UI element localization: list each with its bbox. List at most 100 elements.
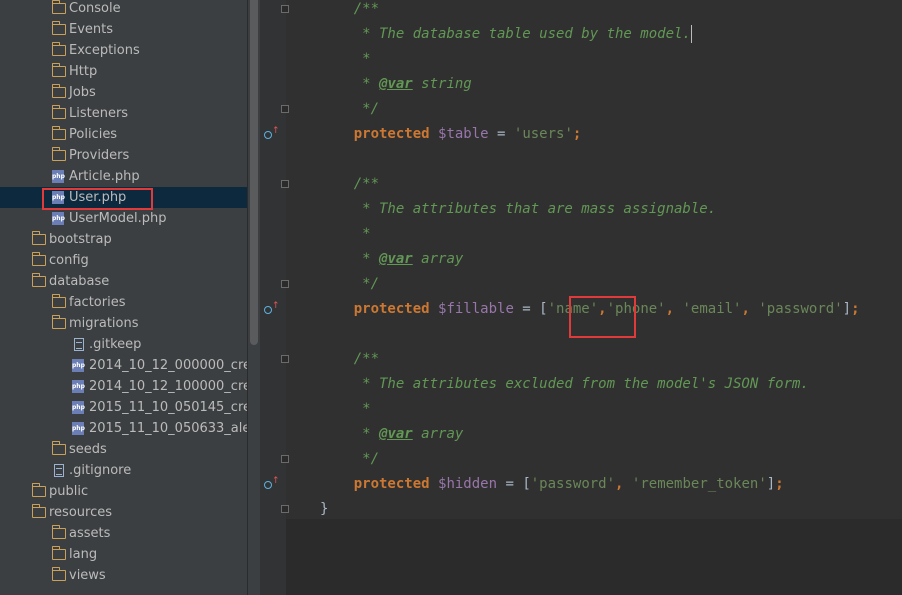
tree-item[interactable]: Events xyxy=(0,19,247,40)
fold-marker-icon[interactable] xyxy=(281,5,289,13)
tree-item[interactable]: config xyxy=(0,250,247,271)
tree-scrollbar[interactable] xyxy=(248,0,260,595)
code-line: * xyxy=(320,397,370,422)
expanded-arrow-icon[interactable] xyxy=(30,565,40,586)
code-token: ] xyxy=(766,476,776,492)
folder-icon xyxy=(51,147,66,161)
folder-icon xyxy=(51,441,66,455)
folder-icon xyxy=(51,126,66,140)
folder-icon xyxy=(51,294,66,308)
fold-marker-icon[interactable] xyxy=(281,355,289,363)
code-token: 'remember_token' xyxy=(631,476,767,492)
code-line: * @var string xyxy=(320,72,472,97)
code-token: @var xyxy=(379,426,413,442)
override-marker-icon[interactable]: ↑ xyxy=(263,477,280,491)
fold-marker-icon[interactable] xyxy=(281,280,289,288)
code-area[interactable]: /** * The database table used by the mod… xyxy=(286,0,902,519)
override-marker-icon[interactable]: ↑ xyxy=(263,127,280,141)
collapsed-arrow-icon[interactable] xyxy=(10,229,20,250)
tree-item-label: Events xyxy=(69,22,114,37)
tree-item[interactable]: Http xyxy=(0,61,247,82)
collapsed-arrow-icon[interactable] xyxy=(30,523,40,544)
collapsed-arrow-icon[interactable] xyxy=(30,103,40,124)
tree-item[interactable]: php UserModel.php xyxy=(0,208,247,229)
code-token: $fillable xyxy=(438,301,514,317)
tree-item[interactable]: Console xyxy=(0,0,247,19)
code-line: * @var array xyxy=(320,422,463,447)
collapsed-arrow-icon[interactable] xyxy=(30,0,40,19)
tree-item-label: 2015_11_10_050145_create_ xyxy=(89,400,247,415)
tree-item[interactable]: php 2014_10_12_000000_create_ xyxy=(0,355,247,376)
collapsed-arrow-icon[interactable] xyxy=(30,124,40,145)
tree-item[interactable]: php 2015_11_10_050633_alert_ar xyxy=(0,418,247,439)
override-marker-icon[interactable]: ↑ xyxy=(263,302,280,316)
code-token: * xyxy=(320,226,371,242)
tree-item-label: migrations xyxy=(69,316,139,331)
tree-item[interactable]: assets xyxy=(0,523,247,544)
fold-marker-icon[interactable] xyxy=(281,105,289,113)
code-token: * The database table used by the model. xyxy=(320,26,691,42)
php-file-icon: php xyxy=(72,380,85,393)
tree-item[interactable]: Providers xyxy=(0,145,247,166)
fold-marker-icon[interactable] xyxy=(281,505,289,513)
tree-item-label: Article.php xyxy=(69,169,140,184)
code-token: /** xyxy=(320,1,380,17)
code-token: ] xyxy=(842,301,852,317)
collapsed-arrow-icon[interactable] xyxy=(30,439,40,460)
tree-item[interactable]: seeds xyxy=(0,439,247,460)
folder-icon xyxy=(51,567,66,581)
tree-item[interactable]: migrations xyxy=(0,313,247,334)
tree-item[interactable]: views xyxy=(0,565,247,586)
tree-item[interactable]: php 2014_10_12_100000_create_ xyxy=(0,376,247,397)
collapsed-arrow-icon[interactable] xyxy=(30,40,40,61)
code-token: array xyxy=(412,251,464,267)
code-token: */ xyxy=(320,451,380,467)
tree-item[interactable]: Jobs xyxy=(0,82,247,103)
code-token: 'email' xyxy=(682,301,742,317)
collapsed-arrow-icon[interactable] xyxy=(30,145,40,166)
code-line: /** xyxy=(320,172,379,197)
fold-marker-icon[interactable] xyxy=(281,180,289,188)
collapsed-arrow-icon[interactable] xyxy=(10,481,20,502)
code-token: * xyxy=(320,426,380,442)
tree-item[interactable]: database xyxy=(0,271,247,292)
expanded-arrow-icon[interactable] xyxy=(10,502,20,523)
collapsed-arrow-icon[interactable] xyxy=(30,544,40,565)
tree-item-label: views xyxy=(69,568,106,583)
collapsed-arrow-icon[interactable] xyxy=(30,82,40,103)
tree-item-label: resources xyxy=(49,505,113,520)
tree-item[interactable]: Exceptions xyxy=(0,40,247,61)
collapsed-arrow-icon[interactable] xyxy=(30,19,40,40)
tree-item[interactable]: .gitkeep xyxy=(0,334,247,355)
tree-item-label: UserModel.php xyxy=(69,211,167,226)
code-token: /** xyxy=(320,351,380,367)
tree-item[interactable]: public xyxy=(0,481,247,502)
tree-item[interactable]: php 2015_11_10_050145_create_ xyxy=(0,397,247,418)
tree-item[interactable]: Policies xyxy=(0,124,247,145)
tree-item[interactable]: factories xyxy=(0,292,247,313)
collapsed-arrow-icon[interactable] xyxy=(30,61,40,82)
tree-item[interactable]: Listeners xyxy=(0,103,247,124)
code-token: */ xyxy=(320,101,380,117)
tree-item[interactable]: resources xyxy=(0,502,247,523)
text-file-icon xyxy=(74,338,84,351)
tree-item-label: .gitkeep xyxy=(89,337,142,352)
php-file-icon: php xyxy=(72,359,85,372)
code-line: protected $table = 'users'; xyxy=(320,122,582,147)
code-token: array xyxy=(412,426,464,442)
tree-item[interactable]: lang xyxy=(0,544,247,565)
code-token: ; xyxy=(775,476,784,492)
collapsed-arrow-icon[interactable] xyxy=(30,292,40,313)
tree-item[interactable]: php Article.php xyxy=(0,166,247,187)
code-line: * xyxy=(320,47,370,72)
fold-marker-icon[interactable] xyxy=(281,455,289,463)
folder-icon xyxy=(31,252,46,266)
expanded-arrow-icon[interactable] xyxy=(30,313,40,334)
tree-item[interactable]: bootstrap xyxy=(0,229,247,250)
collapsed-arrow-icon[interactable] xyxy=(10,250,20,271)
tree-scrollbar-thumb[interactable] xyxy=(250,0,258,345)
folder-icon xyxy=(51,0,66,14)
expanded-arrow-icon[interactable] xyxy=(10,271,20,292)
tree-item[interactable]: .gitignore xyxy=(0,460,247,481)
tree-item-label: Listeners xyxy=(69,106,129,121)
